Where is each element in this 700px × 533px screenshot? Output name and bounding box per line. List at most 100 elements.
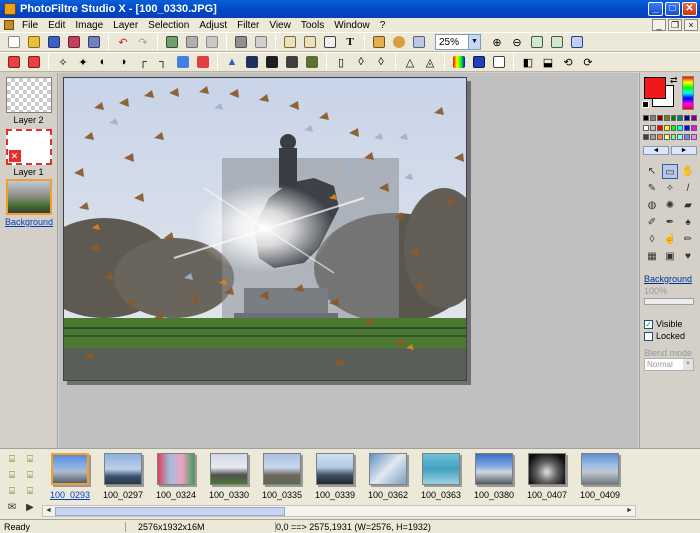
hand-icon[interactable]: ✋ <box>680 164 696 179</box>
flip-horizontal-icon[interactable]: ◧ <box>520 54 536 70</box>
line-icon[interactable]: / <box>680 181 696 196</box>
new-icon[interactable] <box>6 34 22 50</box>
thumbnail-item[interactable]: 100_0362 <box>368 453 408 500</box>
screen-icon[interactable] <box>471 54 487 70</box>
grayscale-icon[interactable] <box>233 34 249 50</box>
advanced-brush-icon[interactable]: ✒ <box>662 215 678 230</box>
thumbnail-item[interactable]: 100_0363 <box>421 453 461 500</box>
thumbnail-item[interactable]: 100_0324 <box>156 453 196 500</box>
palette-next-button[interactable]: ► <box>671 146 697 155</box>
slideshow-icon[interactable] <box>411 34 427 50</box>
chevron-down-icon[interactable]: ▼ <box>683 359 693 370</box>
sharpen-more-icon[interactable]: ◬ <box>422 54 438 70</box>
maximize-button[interactable]: □ <box>665 2 680 16</box>
thumbnail-item[interactable]: 100_0409 <box>580 453 620 500</box>
thumbnail-item[interactable]: 100_0330 <box>209 453 249 500</box>
menu-image[interactable]: Image <box>70 20 108 31</box>
scroll-left-icon[interactable]: ◄ <box>43 506 54 516</box>
contrast-minus-icon[interactable]: ◐ <box>95 54 111 70</box>
layer-background[interactable]: Background <box>5 179 53 227</box>
stamp-icon[interactable]: ♠ <box>680 215 696 230</box>
redo-icon[interactable]: ↷ <box>135 34 151 50</box>
image-tube-icon[interactable]: ▣ <box>662 249 678 264</box>
film-icon[interactable] <box>244 54 260 70</box>
save-icon[interactable] <box>46 34 62 50</box>
folder-view-icon[interactable]: ⌸ <box>4 485 20 499</box>
chevron-down-icon[interactable]: ▼ <box>468 35 480 49</box>
drop-plus-icon[interactable]: ◊ <box>373 54 389 70</box>
menu-edit[interactable]: Edit <box>43 20 70 31</box>
spray-icon[interactable]: ✺ <box>662 198 678 213</box>
scroll-right-icon[interactable]: ► <box>624 506 635 516</box>
menu-file[interactable]: File <box>17 20 43 31</box>
rotate-left-icon[interactable]: ⟲ <box>560 54 576 70</box>
minimize-button[interactable]: _ <box>648 2 663 16</box>
folder-refresh-icon[interactable]: ⌸ <box>22 469 38 483</box>
menu-filter[interactable]: Filter <box>232 20 264 31</box>
thumbnail-item[interactable]: 100_0297 <box>103 453 143 500</box>
save-as-icon[interactable] <box>66 34 82 50</box>
visible-checkbox[interactable]: ✓ Visible <box>644 319 682 329</box>
contrast-plus-icon[interactable]: ◑ <box>115 54 131 70</box>
thumbnail-item[interactable]: 100_0380 <box>474 453 514 500</box>
image-size-icon[interactable] <box>282 34 298 50</box>
menu-help[interactable]: ? <box>375 20 391 31</box>
zoom-out-icon[interactable]: ⊖ <box>509 34 525 50</box>
gamma-minus-icon[interactable] <box>175 54 191 70</box>
thumbnail-item[interactable]: 100_0293 <box>50 453 90 500</box>
foreground-color-swatch[interactable] <box>644 77 666 99</box>
mdi-close-button[interactable]: × <box>684 19 698 31</box>
drop-icon[interactable]: ◊ <box>353 54 369 70</box>
brightness-minus-icon[interactable]: ✧ <box>55 54 71 70</box>
paste-icon[interactable] <box>184 34 200 50</box>
copy-icon[interactable] <box>164 34 180 50</box>
layer-2[interactable]: Layer 2 <box>5 77 52 125</box>
chart-icon[interactable] <box>491 54 507 70</box>
folder-options-icon[interactable]: ⌸ <box>22 485 38 499</box>
blur-icon[interactable]: ▯ <box>333 54 349 70</box>
canvas-size-icon[interactable] <box>302 34 318 50</box>
undo-icon[interactable]: ↶ <box>115 34 131 50</box>
filmstrip-scrollbar[interactable]: ◄ ► <box>42 505 636 517</box>
rotate-right-icon[interactable]: ⟳ <box>580 54 596 70</box>
brightness-plus-icon[interactable]: ✦ <box>75 54 91 70</box>
gamma-plus-icon[interactable] <box>195 54 211 70</box>
menu-view[interactable]: View <box>264 20 296 31</box>
saturation-minus-icon[interactable]: ┌ <box>135 54 151 70</box>
zoom-in-icon[interactable]: ⊕ <box>489 34 505 50</box>
flip-vertical-icon[interactable]: ⬓ <box>540 54 556 70</box>
grid-icon[interactable]: ▦ <box>644 249 660 264</box>
fit-window-icon[interactable] <box>529 34 545 50</box>
opacity-slider[interactable] <box>644 298 694 305</box>
menu-adjust[interactable]: Adjust <box>194 20 232 31</box>
auto-contrast-icon[interactable] <box>26 54 42 70</box>
red-eye-icon[interactable]: ♥ <box>680 249 696 264</box>
selection-icon[interactable]: ▭ <box>662 164 678 179</box>
fullscreen-icon[interactable] <box>569 34 585 50</box>
swap-colors-icon[interactable]: ⇄ <box>670 75 678 86</box>
mdi-restore-button[interactable]: ❐ <box>668 19 682 31</box>
blend-mode-select[interactable]: Normal ▼ <box>644 358 694 371</box>
document-icon[interactable] <box>4 20 14 30</box>
menu-layer[interactable]: Layer <box>108 20 143 31</box>
menu-window[interactable]: Window <box>329 20 375 31</box>
folder-up-icon[interactable]: ⌸ <box>22 453 38 467</box>
color-filter-icon[interactable] <box>451 54 467 70</box>
invert-icon[interactable] <box>253 34 269 50</box>
thumbnail-item[interactable]: 100_0335 <box>262 453 302 500</box>
picker-icon[interactable]: ✎ <box>644 181 660 196</box>
color-spectrum[interactable] <box>682 76 694 110</box>
brush-icon[interactable]: ✐ <box>644 215 660 230</box>
pointer-icon[interactable]: ↖ <box>644 164 660 179</box>
play-icon[interactable]: ▶ <box>22 501 38 515</box>
magic-wand-icon[interactable]: ✧ <box>662 181 678 196</box>
crop-icon[interactable] <box>322 34 338 50</box>
camera-icon[interactable]: ✉ <box>4 501 20 515</box>
eraser-icon[interactable]: ▰ <box>680 198 696 213</box>
zoom-select[interactable]: 25% ▼ <box>435 34 481 50</box>
drop-icon[interactable]: ◊ <box>644 232 660 247</box>
pencil-icon[interactable]: ✏ <box>680 232 696 247</box>
fill-icon[interactable]: ◍ <box>644 198 660 213</box>
smudge-icon[interactable]: ☝ <box>662 232 678 247</box>
landscape-icon[interactable]: ▲ <box>224 54 240 70</box>
